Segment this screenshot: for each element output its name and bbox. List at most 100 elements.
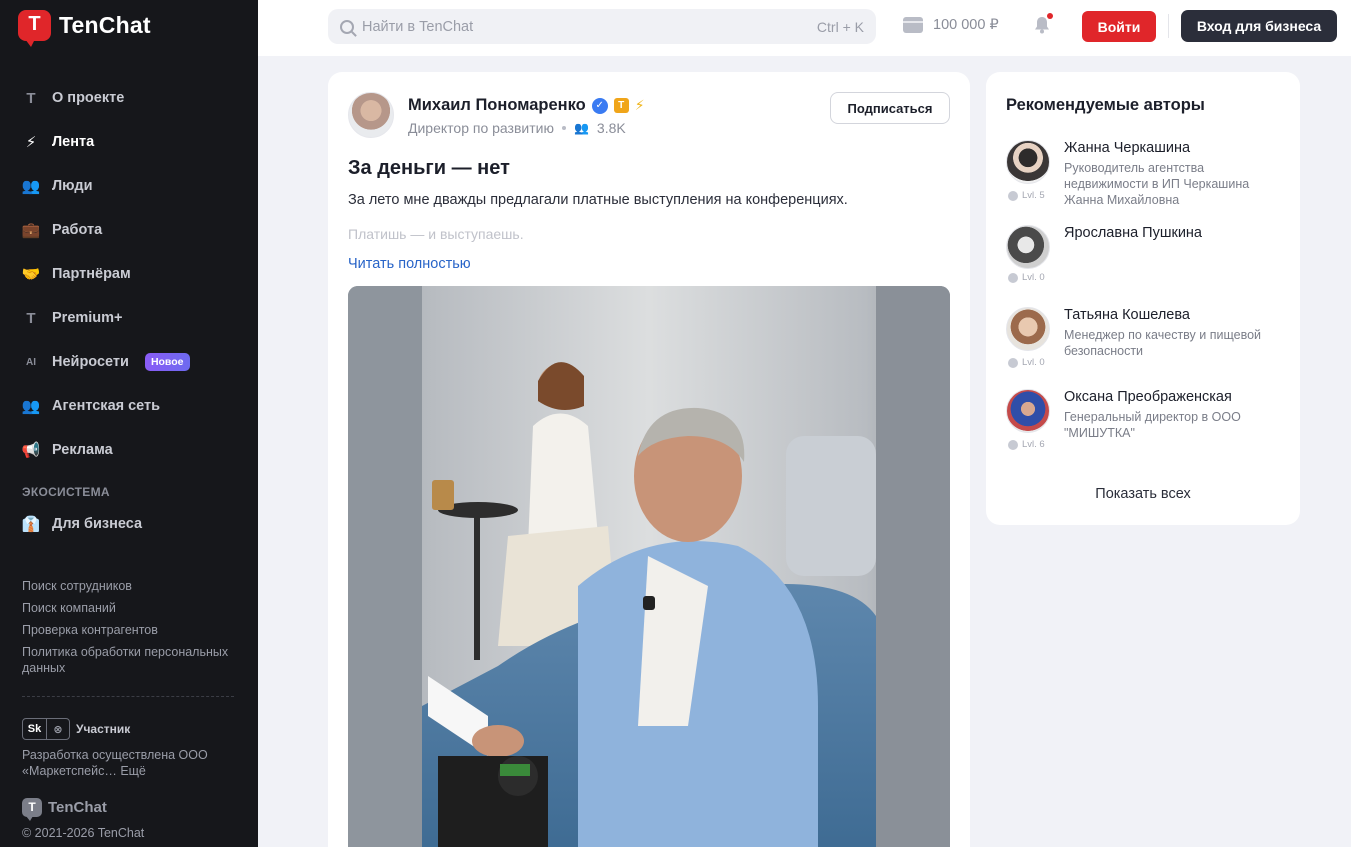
sidebar: T TenChat T О проекте ⚡ Лента 👥 Люди 💼 Р…: [0, 0, 258, 847]
new-badge: Новое: [144, 353, 190, 371]
post-photo[interactable]: [348, 286, 950, 847]
sidebar-item-label: Premium+: [52, 310, 123, 326]
tenchat-logo-icon: T: [18, 10, 51, 47]
post-photo-image: [348, 286, 950, 847]
post-paragraph-faded: Платишь — и выступаешь.: [348, 226, 524, 242]
wallet-balance[interactable]: 100 000 ₽: [903, 17, 999, 33]
sidebar-nav: T О проекте ⚡ Лента 👥 Люди 💼 Работа 🤝 Па…: [22, 76, 242, 472]
sidebar-item-label: О проекте: [52, 90, 125, 106]
footer-logo-text: TenChat: [48, 799, 107, 816]
business-login-button[interactable]: Вход для бизнеса: [1181, 10, 1337, 42]
bolt-icon: ⚡: [634, 97, 645, 113]
author-role: Руководитель агентства недвижимости в ИП…: [1064, 161, 1250, 207]
followers-count: 3.8K: [596, 120, 626, 136]
tenchat-icon: T: [26, 89, 36, 107]
footer-logo: T TenChat: [22, 798, 107, 821]
sidebar-item-label: Партнёрам: [52, 266, 131, 282]
level-icon: [1008, 357, 1018, 368]
footer-link-counterparty-check[interactable]: Проверка контрагентов: [22, 622, 237, 638]
sidebar-item-work[interactable]: 💼 Работа: [22, 208, 242, 252]
sidebar-item-about[interactable]: T О проекте: [22, 76, 242, 120]
author-name: Оксана Преображенская: [1064, 389, 1232, 405]
level-badge: Lvl. 0: [1008, 272, 1045, 283]
sidebar-item-label: Агентская сеть: [52, 398, 161, 414]
author-meta: Директор по развитию 👥 3.8K: [408, 120, 626, 136]
business-icon: 👔: [21, 516, 41, 533]
tenchat-footer-icon: T: [22, 798, 42, 821]
search-shortcut: Ctrl + K: [816, 18, 864, 35]
author-avatar[interactable]: [348, 92, 394, 138]
balance-amount: 100 000 ₽: [933, 17, 999, 33]
author-role: Генеральный директор в ООО "МИШУТКА": [1064, 410, 1241, 440]
notification-dot: [1047, 13, 1053, 19]
author-position: Директор по развитию: [408, 120, 554, 136]
author-name-row[interactable]: Михаил Пономаренко ✓ T ⚡: [408, 96, 645, 115]
megaphone-icon: 📢: [21, 442, 41, 459]
post-title: За деньги — нет: [348, 157, 510, 179]
author-name: Жанна Черкашина: [1064, 140, 1191, 156]
top-header: Ctrl + K 100 000 ₽ Войти Вход для бизнес…: [258, 0, 1351, 56]
level-icon: [1008, 439, 1018, 450]
bolt-icon: ⚡: [25, 134, 37, 151]
wallet-icon: [903, 17, 923, 33]
search-input[interactable]: [362, 18, 817, 35]
ecosystem-label: ЭКОСИСТЕМА: [22, 485, 110, 499]
search-bar[interactable]: Ctrl + K: [328, 9, 876, 44]
footer-link-privacy-policy[interactable]: Политика обработки персональных данных: [22, 644, 237, 676]
skolkovo-badge[interactable]: Sk ⊗ Участник: [22, 718, 130, 740]
sidebar-item-agency[interactable]: 👥 Агентская сеть: [22, 384, 242, 428]
sidebar-item-feed[interactable]: ⚡ Лента: [22, 120, 242, 164]
level-badge: Lvl. 0: [1008, 357, 1045, 368]
briefcase-icon: 💼: [21, 222, 41, 239]
author-name: Татьяна Кошелева: [1064, 307, 1190, 323]
network-icon: 👥: [21, 398, 41, 415]
tenchat-logo-text: TenChat: [59, 12, 151, 38]
header-separator: [1168, 14, 1169, 38]
sidebar-item-label: Нейросети: [52, 354, 129, 370]
notifications-button[interactable]: [1032, 13, 1053, 35]
sidebar-item-ai[interactable]: AI Нейросети Новое: [22, 340, 242, 384]
author-avatar: [1006, 389, 1050, 433]
dot-separator: [561, 126, 566, 130]
recommended-authors: Рекомендуемые авторы Lvl. 5 Жанна Черкаш…: [986, 72, 1300, 525]
tenchat-logo[interactable]: T TenChat: [18, 10, 151, 47]
ai-icon: AI: [26, 356, 36, 368]
author-avatar: [1006, 225, 1050, 269]
search-icon: [340, 19, 354, 34]
login-button[interactable]: Войти: [1082, 11, 1156, 42]
sidebar-item-label: Для бизнеса: [52, 516, 143, 532]
post-paragraph: За лето мне дважды предлагали платные вы…: [348, 192, 848, 208]
sidebar-nav-ecosystem: 👔 Для бизнеса: [22, 502, 242, 546]
verified-icon: ✓: [591, 97, 608, 114]
recommended-title: Рекомендуемые авторы: [1006, 96, 1205, 114]
handshake-icon: 🤝: [21, 266, 41, 283]
read-more-link[interactable]: Читать полностью: [348, 256, 471, 272]
copyright: © 2021-2026 TenChat: [22, 826, 145, 840]
sidebar-item-label: Лента: [52, 134, 95, 150]
author-role: Менеджер по качеству и пищевой безопасно…: [1064, 328, 1261, 358]
footer-link-company-search[interactable]: Поиск компаний: [22, 600, 237, 616]
sidebar-item-label: Работа: [52, 222, 103, 238]
followers-icon: 👥: [573, 121, 589, 135]
footer-links: Поиск сотрудников Поиск компаний Проверк…: [22, 578, 237, 682]
author-name: Михаил Пономаренко: [408, 96, 586, 114]
skolkovo-label: Участник: [76, 722, 131, 736]
sidebar-item-label: Люди: [52, 178, 93, 194]
premium-badge-icon: T: [613, 98, 629, 113]
author-name: Ярославна Пушкина: [1064, 225, 1202, 241]
author-avatar: [1006, 140, 1050, 184]
footer-link-staff-search[interactable]: Поиск сотрудников: [22, 578, 237, 594]
level-badge: Lvl. 6: [1008, 439, 1045, 450]
subscribe-button[interactable]: Подписаться: [830, 92, 950, 124]
sidebar-item-label: Реклама: [52, 442, 113, 458]
post-card: Михаил Пономаренко ✓ T ⚡ Директор по раз…: [328, 72, 970, 847]
sidebar-item-premium[interactable]: T Premium+: [22, 296, 242, 340]
sidebar-item-business[interactable]: 👔 Для бизнеса: [22, 502, 242, 546]
developer-text[interactable]: Разработка осуществлена ООО «Маркетспейс…: [22, 747, 237, 779]
show-all-button[interactable]: Показать всех: [986, 486, 1300, 502]
people-icon: 👥: [21, 178, 41, 195]
pattern-icon: ⊗: [45, 719, 69, 739]
sidebar-item-partners[interactable]: 🤝 Партнёрам: [22, 252, 242, 296]
sidebar-item-people[interactable]: 👥 Люди: [22, 164, 242, 208]
sidebar-item-ads[interactable]: 📢 Реклама: [22, 428, 242, 472]
